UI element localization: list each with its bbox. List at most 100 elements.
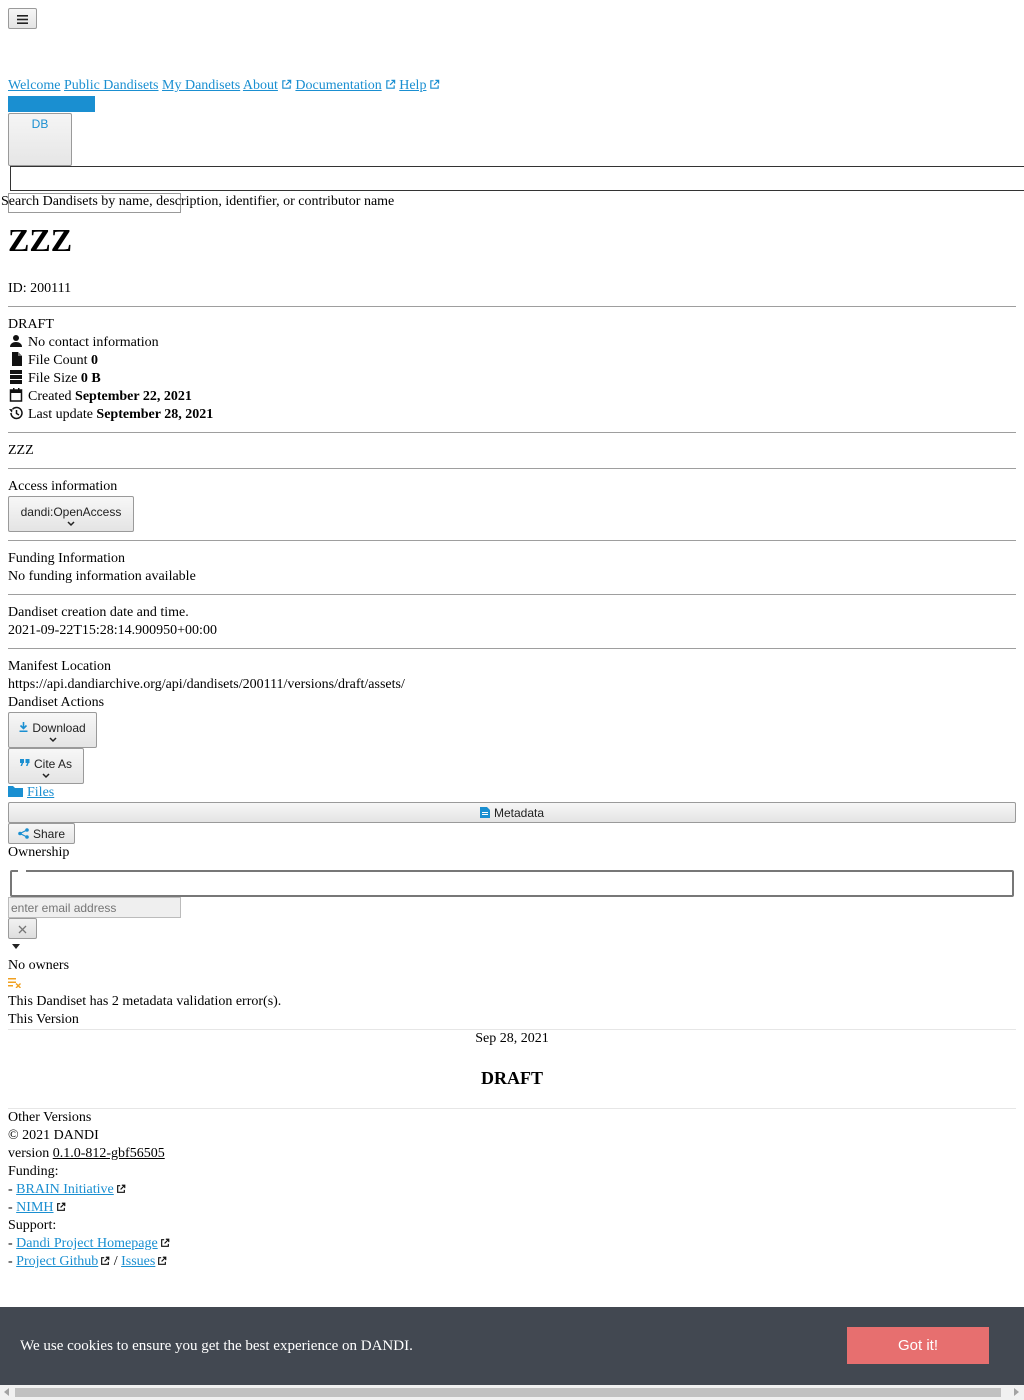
search-label: Search Dandisets by name, description, i… bbox=[1, 194, 395, 209]
contact-text: No contact information bbox=[28, 335, 159, 350]
file-size-label: File Size bbox=[28, 371, 78, 386]
metadata-button[interactable]: Metadata bbox=[8, 802, 1016, 823]
creation-value: 2021-09-22T15:28:14.900950+00:00 bbox=[8, 623, 217, 638]
access-dropdown-button[interactable]: dandi:OpenAccess bbox=[8, 496, 134, 532]
funding-value: No funding information available bbox=[8, 569, 196, 584]
creation-label: Dandiset creation date and time. bbox=[8, 605, 189, 620]
database-icon bbox=[10, 370, 22, 384]
manifest-value: https://api.dandiarchive.org/api/dandise… bbox=[8, 677, 405, 692]
horizontal-scrollbar[interactable] bbox=[0, 1385, 1024, 1400]
github-row: - Project Github / Issues bbox=[8, 1253, 167, 1271]
divider bbox=[8, 594, 1016, 595]
divider bbox=[8, 1108, 1016, 1109]
file-icon bbox=[12, 352, 22, 366]
ownership-title: Ownership bbox=[8, 845, 70, 860]
dandiset-id: ID: 200111 bbox=[8, 281, 72, 296]
external-link-icon bbox=[282, 79, 292, 89]
created-value: September 22, 2021 bbox=[75, 389, 192, 404]
nav-my-dandisets-link[interactable]: My Dandisets bbox=[162, 78, 240, 93]
funding-label: Funding Information bbox=[8, 551, 126, 566]
issues-label: Issues bbox=[121, 1254, 156, 1269]
list-dash: - bbox=[8, 1254, 13, 1269]
cite-as-button[interactable]: Cite As bbox=[8, 748, 84, 784]
nimh-label: NIMH bbox=[16, 1200, 54, 1215]
access-value: dandi:OpenAccess bbox=[20, 504, 122, 519]
validation-text: This Dandiset has 2 metadata validation … bbox=[8, 994, 282, 1009]
file-size-value: 0 B bbox=[80, 371, 101, 386]
updated-value: September 28, 2021 bbox=[96, 407, 214, 422]
share-button[interactable]: Share bbox=[8, 823, 75, 844]
list-dash: - bbox=[8, 1236, 13, 1251]
version-date: Sep 28, 2021 bbox=[475, 1031, 549, 1046]
menu-button[interactable] bbox=[8, 8, 37, 29]
version-link[interactable]: 0.1.0-812-gbf56505 bbox=[53, 1146, 165, 1161]
copyright: © 2021 DANDI bbox=[8, 1128, 99, 1143]
top-nav: Welcome Public Dandisets My Dandisets Ab… bbox=[8, 77, 440, 95]
brain-row: - BRAIN Initiative bbox=[8, 1181, 126, 1199]
chevron-down-icon bbox=[42, 772, 50, 778]
version-name: DRAFT bbox=[481, 1068, 543, 1088]
created-row: Created September 22, 2021 bbox=[8, 388, 192, 406]
owner-email-input[interactable] bbox=[8, 897, 181, 918]
share-label: Share bbox=[32, 826, 66, 841]
nimh-link[interactable]: NIMH bbox=[16, 1200, 53, 1215]
cite-label: Cite As bbox=[33, 756, 72, 771]
project-github-label: Project Github bbox=[16, 1254, 99, 1269]
nav-public-dandisets-link[interactable]: Public Dandisets bbox=[64, 78, 159, 93]
project-github-link[interactable]: Project Github bbox=[16, 1254, 98, 1269]
user-avatar-button[interactable]: DB bbox=[8, 113, 72, 166]
access-label: Access information bbox=[8, 479, 118, 494]
chevron-down-icon bbox=[48, 736, 57, 742]
external-link-icon bbox=[101, 1256, 110, 1265]
download-label: Download bbox=[32, 720, 86, 735]
calendar-icon bbox=[9, 388, 23, 402]
version-item[interactable]: Sep 28, 2021 DRAFT bbox=[8, 1030, 1016, 1108]
nav-documentation-link[interactable]: Documentation bbox=[295, 78, 395, 93]
nav-help-link[interactable]: Help bbox=[399, 78, 440, 93]
scrollbar-thumb[interactable] bbox=[15, 1388, 1001, 1397]
slash-separator: / bbox=[113, 1254, 118, 1269]
nav-documentation-label: Documentation bbox=[295, 78, 382, 93]
cookie-accept-button[interactable]: Got it! bbox=[847, 1327, 989, 1364]
manifest-label: Manifest Location bbox=[8, 659, 112, 674]
close-icon bbox=[18, 925, 27, 933]
download-button[interactable]: Download bbox=[8, 712, 97, 748]
footer-funding-label: Funding: bbox=[8, 1164, 59, 1179]
scroll-left-arrow-icon[interactable] bbox=[4, 1388, 10, 1396]
dropdown-arrow-icon[interactable] bbox=[12, 944, 20, 949]
files-link[interactable]: Files bbox=[8, 785, 54, 800]
hamburger-menu-icon bbox=[17, 15, 28, 24]
cookie-message: We use cookies to ensure you get the bes… bbox=[20, 1338, 413, 1354]
nimh-row: - NIMH bbox=[8, 1199, 66, 1217]
nav-about-link[interactable]: About bbox=[243, 78, 292, 93]
clear-email-button[interactable] bbox=[8, 918, 37, 939]
version-badge: DRAFT bbox=[8, 317, 54, 332]
owners-field-notch bbox=[18, 870, 26, 874]
divider bbox=[8, 468, 1016, 469]
external-link-icon bbox=[56, 1202, 65, 1211]
divider bbox=[8, 648, 1016, 649]
updated-label: Last update bbox=[28, 407, 93, 422]
external-link-icon bbox=[430, 79, 440, 89]
owners-field[interactable] bbox=[10, 870, 1014, 897]
contact-row: No contact information bbox=[8, 334, 159, 352]
dandi-homepage-link[interactable]: Dandi Project Homepage bbox=[16, 1236, 158, 1251]
search-input[interactable] bbox=[10, 166, 1024, 191]
divider bbox=[8, 540, 1016, 541]
no-owners-text: No owners bbox=[8, 958, 70, 973]
created-label: Created bbox=[28, 389, 72, 404]
brain-initiative-link[interactable]: BRAIN Initiative bbox=[16, 1182, 114, 1197]
file-count-label: File Count bbox=[28, 353, 88, 368]
version-prefix: version bbox=[8, 1146, 50, 1161]
description: ZZZ bbox=[8, 443, 34, 458]
scroll-right-arrow-icon[interactable] bbox=[1013, 1388, 1019, 1396]
brand-logo-bar bbox=[8, 96, 95, 112]
file-count-row: File Count 0 bbox=[8, 352, 98, 370]
divider bbox=[8, 306, 1016, 307]
external-link-icon bbox=[160, 1238, 170, 1247]
nav-about-label: About bbox=[242, 78, 278, 93]
issues-link[interactable]: Issues bbox=[121, 1254, 155, 1269]
external-link-icon bbox=[385, 79, 395, 89]
account-icon bbox=[10, 335, 22, 347]
nav-welcome-link[interactable]: Welcome bbox=[8, 78, 61, 93]
